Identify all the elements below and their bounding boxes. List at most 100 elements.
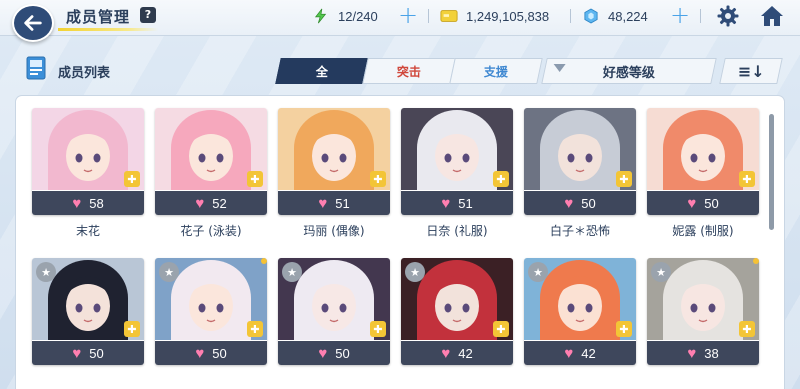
credit-display: 1,249,105,838	[440, 6, 549, 26]
role-badge-icon: ✚	[370, 321, 386, 337]
affection-level: 58	[89, 195, 104, 211]
divider	[570, 9, 571, 23]
pin-icon[interactable]: ★	[36, 262, 56, 282]
tab-special-label: 支援	[483, 64, 508, 79]
credit-value: 1,249,105,838	[466, 8, 550, 24]
affection-bar: ♥ 51	[401, 191, 513, 215]
gem-value: 48,224	[608, 8, 648, 24]
pin-icon[interactable]: ★	[282, 262, 302, 282]
page-title: 成员管理	[66, 8, 131, 26]
sort-order-icon: ≡↓	[737, 61, 765, 81]
heart-icon: ♥	[441, 344, 451, 362]
pin-icon[interactable]: ★	[651, 262, 671, 282]
student-name: 日奈 (礼服)	[426, 224, 488, 238]
student-card[interactable]: ✚ ♥ 51	[278, 108, 390, 215]
affection-level: 51	[335, 195, 350, 211]
student-name: 末花	[75, 224, 100, 238]
sort-dropdown[interactable]: 好感等级	[541, 58, 717, 84]
tab-all[interactable]: 全	[275, 58, 369, 84]
student-card[interactable]: ★ ✚ ♥ 42	[524, 258, 636, 365]
affection-bar: ♥ 42	[401, 341, 513, 365]
student-card[interactable]: ✚ ♥ 52	[155, 108, 267, 215]
gear-icon[interactable]	[716, 4, 740, 28]
affection-bar: ♥ 50	[524, 191, 636, 215]
affection-level: 50	[335, 345, 350, 361]
affection-level: 50	[89, 345, 104, 361]
role-badge-icon: ✚	[739, 321, 755, 337]
student-card[interactable]: ✚ ♥ 58	[32, 108, 144, 215]
tab-striker[interactable]: 突击	[362, 58, 456, 84]
affection-level: 50	[212, 345, 227, 361]
divider	[428, 9, 429, 23]
home-icon[interactable]	[760, 4, 784, 28]
student-card[interactable]: ★ ✚ ♥ 42	[401, 258, 513, 365]
affection-level: 50	[581, 195, 596, 211]
heart-icon: ♥	[195, 344, 205, 362]
affection-bar: ♥ 50	[647, 191, 759, 215]
member-grid: ✚ ♥ 58 末花 ✚ ♥ 52 花子 (泳装) ✚ ♥ 51 玛丽 (偶像) ✚ ♥ 51 日奈 (礼服) ✚…	[16, 96, 784, 389]
arrow-left-icon	[24, 15, 42, 31]
affection-bar: ♥ 38	[647, 341, 759, 365]
role-badge-icon: ✚	[493, 171, 509, 187]
student-name: 妮露 (制服)	[672, 224, 734, 238]
pin-icon[interactable]: ★	[405, 262, 425, 282]
scrollbar[interactable]	[769, 114, 774, 230]
role-badge-icon: ✚	[739, 171, 755, 187]
affection-bar: ♥ 50	[32, 341, 144, 365]
role-badge-icon: ✚	[124, 321, 140, 337]
heart-icon: ♥	[195, 194, 205, 212]
role-badge-icon: ✚	[247, 171, 263, 187]
student-card[interactable]: ✚ ♥ 50	[524, 108, 636, 215]
student-name: 玛丽 (偶像)	[303, 224, 365, 238]
sort-order-button[interactable]: ≡↓	[719, 58, 783, 84]
student-name: 白子＊恐怖	[549, 224, 610, 238]
divider	[700, 9, 701, 23]
notification-dot	[261, 258, 267, 264]
student-card[interactable]: ✚ ♥ 51	[401, 108, 513, 215]
student-card[interactable]: ✚ ♥ 50	[647, 108, 759, 215]
tab-all-label: 全	[315, 64, 328, 79]
add-gem-button[interactable]: +	[670, 3, 690, 27]
heart-icon: ♥	[564, 194, 574, 212]
gem-icon	[582, 7, 600, 25]
add-ap-button[interactable]: +	[398, 3, 418, 27]
ap-display: 12/240	[312, 6, 378, 26]
role-badge-icon: ✚	[616, 171, 632, 187]
list-header: 成员列表 全 突击 支援 好感等级 ≡↓	[20, 56, 783, 86]
affection-bar: ♥ 52	[155, 191, 267, 215]
tab-striker-label: 突击	[396, 64, 421, 79]
ap-value: 12/240	[338, 8, 378, 24]
title-underline	[58, 28, 158, 31]
role-badge-icon: ✚	[370, 171, 386, 187]
dropdown-triangle-icon	[553, 64, 566, 72]
tab-special[interactable]: 支援	[449, 58, 543, 84]
help-button[interactable]: ?	[140, 7, 156, 23]
affection-bar: ♥ 42	[524, 341, 636, 365]
affection-level: 42	[458, 345, 473, 361]
filter-tabs: 全 突击 支援	[275, 58, 543, 86]
member-list-icon	[26, 56, 46, 80]
student-card[interactable]: ★ ✚ ♥ 38	[647, 258, 759, 365]
gem-display: 48,224	[582, 6, 648, 26]
student-name: 花子 (泳装)	[180, 224, 242, 238]
top-bar: 成员管理 ? 12/240 + 1,249,105,838 48,224 +	[0, 0, 800, 36]
heart-icon: ♥	[441, 194, 451, 212]
pin-icon[interactable]: ★	[528, 262, 548, 282]
affection-level: 42	[581, 345, 596, 361]
student-card[interactable]: ★ ✚ ♥ 50	[32, 258, 144, 365]
affection-level: 51	[458, 195, 473, 211]
role-badge-icon: ✚	[124, 171, 140, 187]
list-title: 成员列表	[58, 66, 111, 81]
ap-bolt-icon	[312, 7, 330, 25]
pin-icon[interactable]: ★	[159, 262, 179, 282]
student-card[interactable]: ★ ✚ ♥ 50	[278, 258, 390, 365]
back-button[interactable]	[12, 4, 54, 42]
student-card[interactable]: ★ ✚ ♥ 50	[155, 258, 267, 365]
heart-icon: ♥	[687, 344, 697, 362]
affection-level: 50	[704, 195, 719, 211]
heart-icon: ♥	[687, 194, 697, 212]
affection-bar: ♥ 51	[278, 191, 390, 215]
affection-bar: ♥ 50	[278, 341, 390, 365]
affection-level: 38	[704, 345, 719, 361]
role-badge-icon: ✚	[493, 321, 509, 337]
